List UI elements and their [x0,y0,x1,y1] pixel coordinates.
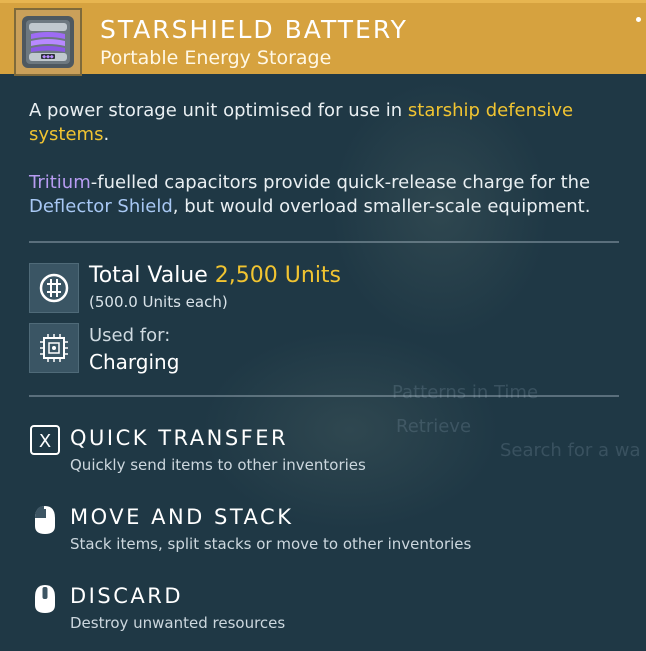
dot-indicator [636,17,641,22]
move-and-stack-desc: Stack items, split stacks or move to oth… [70,535,472,553]
chip-icon [29,323,79,373]
used-for-label: Used for: [89,325,171,346]
value-each: (500.0 Units each) [89,293,228,311]
item-header: ◆◆◆ STARSHIELD BATTERY Portable Energy S… [0,0,646,76]
description-text: . [103,124,110,145]
description-text: , but would overload smaller-scale equip… [172,196,591,217]
highlight-starship: starship defensive [407,100,574,121]
battery-item-icon: ◆◆◆ [14,8,82,76]
svg-text:X: X [39,431,51,452]
highlight-systems: systems [29,124,104,145]
used-for-value: Charging [89,350,180,374]
quick-transfer-action[interactable]: QUICK TRANSFER [70,426,288,450]
x-key-icon: X [29,424,61,456]
divider [29,241,619,243]
item-title: STARSHIELD BATTERY [100,15,408,44]
background-text: Retrieve [396,416,472,437]
discard-action[interactable]: DISCARD [70,584,183,608]
total-value-amount: 2,500 Units [214,263,342,288]
total-value-label: Total Value [89,263,208,288]
quick-transfer-desc: Quickly send items to other inventories [70,456,366,474]
description-text: A power storage unit optimised for use i… [29,100,408,121]
move-and-stack-action[interactable]: MOVE AND STACK [70,505,293,529]
discard-desc: Destroy unwanted resources [70,614,286,632]
svg-text:◆◆◆: ◆◆◆ [42,54,54,60]
item-category: Portable Energy Storage [100,47,332,69]
total-value: Total Value 2,500 Units [89,263,341,288]
left-mouse-icon [29,504,61,536]
background-text: Patterns in Time [392,382,539,403]
description-text: -fuelled capacitors provide quick-releas… [90,172,591,193]
middle-mouse-icon [29,583,61,615]
background-text: Search for a wa [500,440,641,461]
highlight-deflector: Deflector Shield [29,196,173,217]
description-paragraph-2: Tritium-fuelled capacitors provide quick… [29,171,629,219]
highlight-tritium: Tritium [29,172,91,193]
units-icon [29,263,79,313]
description-paragraph-1: A power storage unit optimised for use i… [29,99,629,147]
divider [29,395,619,397]
